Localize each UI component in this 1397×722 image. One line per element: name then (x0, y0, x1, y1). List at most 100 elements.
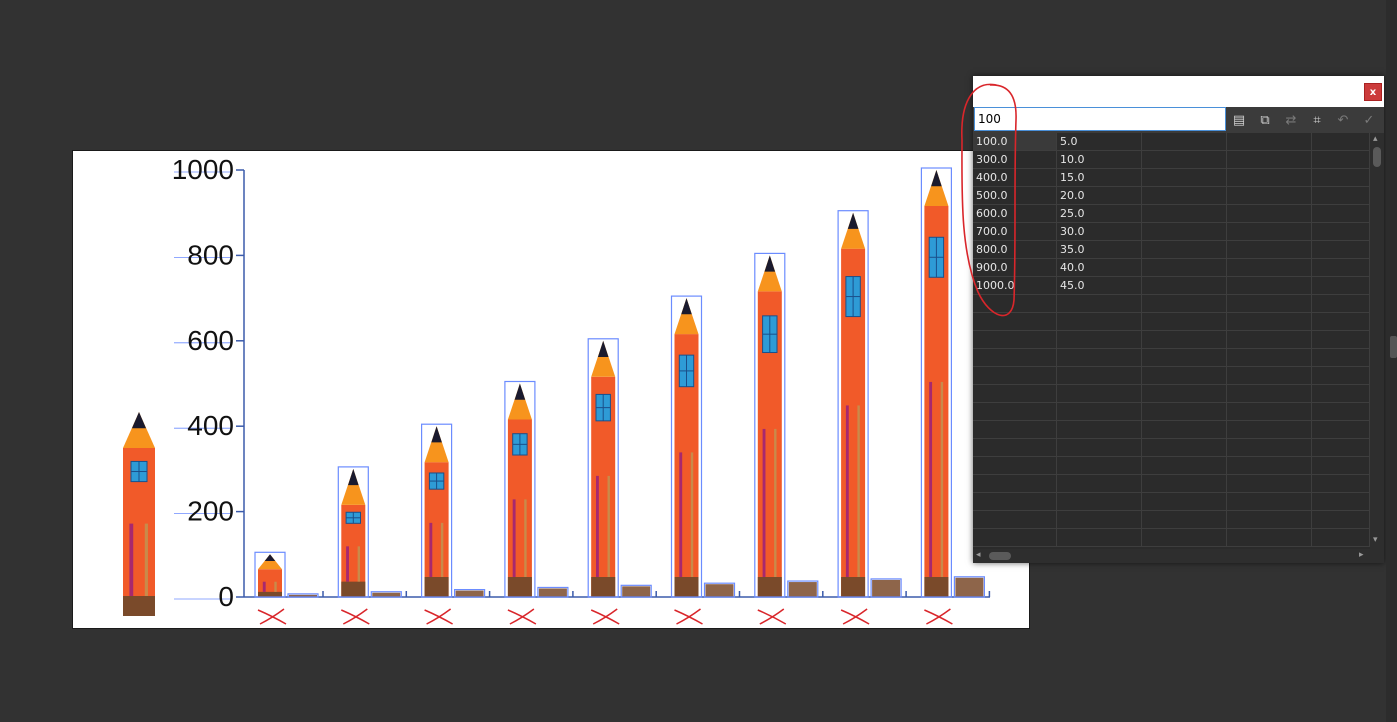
table-cell[interactable] (1312, 169, 1370, 186)
table-cell[interactable] (1227, 277, 1312, 294)
table-cell[interactable] (1142, 295, 1227, 312)
transpose-icon[interactable]: ⧉ (1255, 110, 1275, 130)
table-cell[interactable] (1142, 385, 1227, 402)
table-cell[interactable] (1227, 133, 1312, 150)
table-cell[interactable] (1057, 511, 1142, 528)
data-grid[interactable]: 100.0 5.0 300.0 10.0 400.0 15.0 500.0 20.0 600.0… (973, 133, 1370, 549)
table-cell[interactable] (1227, 367, 1312, 384)
table-cell[interactable] (1227, 439, 1312, 456)
table-cell[interactable] (1312, 493, 1370, 510)
table-cell[interactable] (1142, 277, 1227, 294)
table-cell[interactable] (1312, 187, 1370, 204)
table-cell[interactable] (1312, 385, 1370, 402)
table-cell[interactable] (973, 439, 1057, 456)
table-cell[interactable] (1312, 331, 1370, 348)
table-cell[interactable] (1142, 457, 1227, 474)
table-cell[interactable] (1312, 259, 1370, 276)
table-cell[interactable] (1227, 457, 1312, 474)
table-cell[interactable] (1227, 421, 1312, 438)
apply-icon[interactable]: ✓ (1359, 110, 1379, 130)
table-cell[interactable] (1142, 205, 1227, 222)
table-cell[interactable] (1142, 493, 1227, 510)
table-cell[interactable] (1142, 403, 1227, 420)
pencil-bar-chart[interactable]: 1000 800 600 400 200 0 (72, 150, 1030, 629)
table-cell[interactable] (1227, 241, 1312, 258)
revert-icon[interactable]: ↶ (1333, 110, 1353, 130)
table-cell[interactable] (1057, 493, 1142, 510)
table-cell[interactable] (1142, 133, 1227, 150)
table-cell[interactable] (1057, 331, 1142, 348)
table-cell[interactable] (1057, 367, 1142, 384)
table-cell[interactable] (1312, 367, 1370, 384)
table-cell[interactable] (1142, 367, 1227, 384)
table-cell[interactable] (1312, 295, 1370, 312)
table-cell[interactable] (1142, 169, 1227, 186)
table-cell[interactable] (1057, 421, 1142, 438)
table-cell[interactable] (973, 367, 1057, 384)
table-cell[interactable] (1227, 403, 1312, 420)
table-cell[interactable]: 35.0 (1057, 241, 1142, 258)
table-cell[interactable] (973, 403, 1057, 420)
table-cell[interactable]: 400.0 (973, 169, 1057, 186)
table-cell[interactable] (1057, 385, 1142, 402)
table-cell[interactable]: 700.0 (973, 223, 1057, 240)
scroll-left-icon[interactable]: ◂ (976, 550, 981, 560)
cell-style-icon[interactable]: ⌗ (1307, 110, 1327, 130)
table-cell[interactable] (1142, 439, 1227, 456)
table-cell[interactable] (1142, 223, 1227, 240)
table-cell[interactable] (973, 295, 1057, 312)
scroll-up-icon[interactable]: ▴ (1373, 134, 1378, 144)
table-cell[interactable]: 900.0 (973, 259, 1057, 276)
table-cell[interactable] (1142, 349, 1227, 366)
table-cell[interactable] (1057, 439, 1142, 456)
table-cell[interactable]: 300.0 (973, 151, 1057, 168)
panel-collapse-handle[interactable] (1390, 336, 1397, 358)
vertical-scroll-thumb[interactable] (1373, 147, 1381, 167)
table-cell[interactable] (1057, 403, 1142, 420)
table-cell[interactable] (1227, 223, 1312, 240)
table-cell[interactable] (1227, 295, 1312, 312)
table-cell[interactable] (1312, 349, 1370, 366)
table-cell[interactable]: 25.0 (1057, 205, 1142, 222)
table-cell[interactable] (1312, 421, 1370, 438)
table-cell[interactable] (1312, 529, 1370, 546)
scroll-right-icon[interactable]: ▸ (1359, 550, 1364, 560)
table-cell[interactable]: 45.0 (1057, 277, 1142, 294)
table-cell[interactable] (1142, 259, 1227, 276)
window-titlebar[interactable]: x (973, 76, 1384, 107)
table-cell[interactable] (1312, 205, 1370, 222)
table-cell[interactable] (1142, 331, 1227, 348)
table-cell[interactable] (1142, 529, 1227, 546)
table-cell[interactable] (973, 529, 1057, 546)
close-button[interactable]: x (1364, 83, 1382, 101)
table-cell[interactable]: 30.0 (1057, 223, 1142, 240)
table-cell[interactable] (1312, 457, 1370, 474)
table-cell[interactable] (1057, 313, 1142, 330)
cell-value-input[interactable] (974, 107, 1226, 131)
table-cell[interactable] (1142, 151, 1227, 168)
table-cell[interactable] (1312, 151, 1370, 168)
table-cell[interactable] (1227, 511, 1312, 528)
scroll-down-icon[interactable]: ▾ (1373, 535, 1378, 545)
table-cell[interactable] (1312, 241, 1370, 258)
table-cell[interactable]: 500.0 (973, 187, 1057, 204)
table-cell[interactable] (1057, 529, 1142, 546)
table-cell[interactable] (1312, 313, 1370, 330)
table-cell[interactable]: 100.0 (973, 133, 1057, 150)
table-cell[interactable] (1142, 475, 1227, 492)
table-cell[interactable] (1227, 493, 1312, 510)
table-cell[interactable] (1227, 331, 1312, 348)
table-cell[interactable] (1227, 349, 1312, 366)
table-cell[interactable] (973, 331, 1057, 348)
table-cell[interactable] (1142, 421, 1227, 438)
table-cell[interactable] (1142, 313, 1227, 330)
table-cell[interactable] (1142, 187, 1227, 204)
table-cell[interactable] (1312, 439, 1370, 456)
table-cell[interactable] (1312, 403, 1370, 420)
table-cell[interactable] (1312, 475, 1370, 492)
table-cell[interactable] (973, 421, 1057, 438)
table-cell[interactable]: 5.0 (1057, 133, 1142, 150)
table-cell[interactable]: 40.0 (1057, 259, 1142, 276)
graph-data-window[interactable]: x ▤ ⧉ ⇄ ⌗ ↶ ✓ 100.05.0300.010.0400.015.0… (973, 76, 1384, 563)
table-cell[interactable] (1057, 295, 1142, 312)
